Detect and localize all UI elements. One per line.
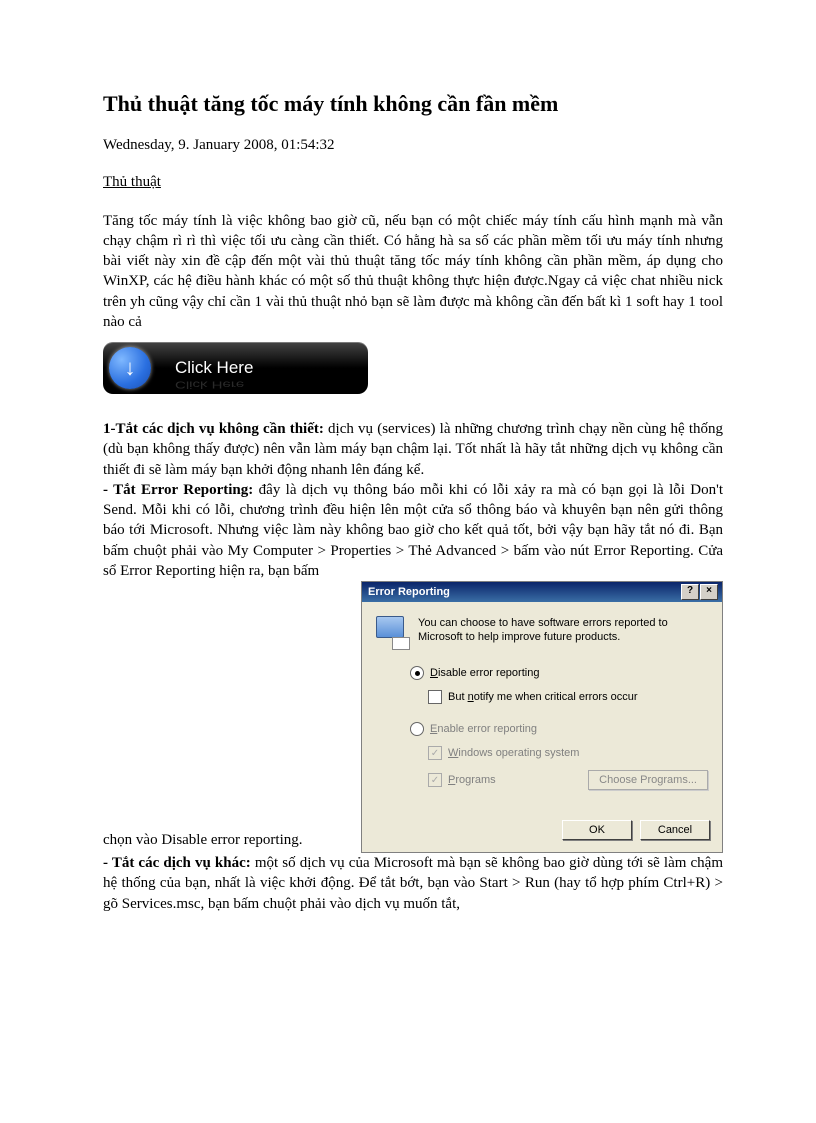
section-1-heading: 1-Tắt các dịch vụ không cần thiết: <box>103 421 324 437</box>
dialog-title: Error Reporting <box>368 586 450 598</box>
download-arrow-icon: ↓ <box>109 347 151 389</box>
radio-icon <box>410 722 424 736</box>
article-body-continued: - Tắt các dịch vụ khác: một số dịch vụ c… <box>103 853 723 914</box>
dialog-description: You can choose to have software errors r… <box>418 616 708 648</box>
click-here-button[interactable]: ↓ Click Here Click Here <box>103 342 368 394</box>
checkbox-icon <box>428 690 442 704</box>
intro-paragraph: Tăng tốc máy tính là việc không bao giờ … <box>103 211 723 333</box>
help-button[interactable]: ? <box>681 584 699 600</box>
enable-error-reporting-radio[interactable]: Enable error reporting <box>410 722 708 736</box>
click-here-label: Click Here <box>175 358 253 378</box>
ok-button[interactable]: OK <box>562 820 632 840</box>
dialog-titlebar[interactable]: Error Reporting ? × <box>362 582 722 602</box>
disable-error-reporting-radio[interactable]: Disable error reporting <box>410 666 708 680</box>
checkbox-icon <box>428 746 442 760</box>
close-button[interactable]: × <box>700 584 718 600</box>
dialog-caption-text: chọn vào Disable error reporting. <box>103 832 307 853</box>
category-link[interactable]: Thủ thuật <box>103 174 723 191</box>
cancel-button[interactable]: Cancel <box>640 820 710 840</box>
checkbox-icon <box>428 773 442 787</box>
post-date: Wednesday, 9. January 2008, 01:54:32 <box>103 137 723 154</box>
radio-icon <box>410 666 424 680</box>
programs-checkbox: Programs <box>448 774 496 786</box>
choose-programs-button: Choose Programs... <box>588 770 708 790</box>
article-body: 1-Tắt các dịch vụ không cần thiết: dịch … <box>103 419 723 581</box>
page-title: Thủ thuật tăng tốc máy tính không cần fầ… <box>103 90 723 119</box>
section-3-heading: - Tắt các dịch vụ khác: <box>103 855 251 871</box>
section-2-heading: - Tắt Error Reporting: <box>103 482 253 498</box>
notify-critical-checkbox[interactable]: But notify me when critical errors occur <box>428 690 708 704</box>
error-reporting-dialog: Error Reporting ? × You can choose to ha… <box>361 581 723 853</box>
windows-os-checkbox: Windows operating system <box>428 746 708 760</box>
error-report-icon <box>376 616 408 648</box>
